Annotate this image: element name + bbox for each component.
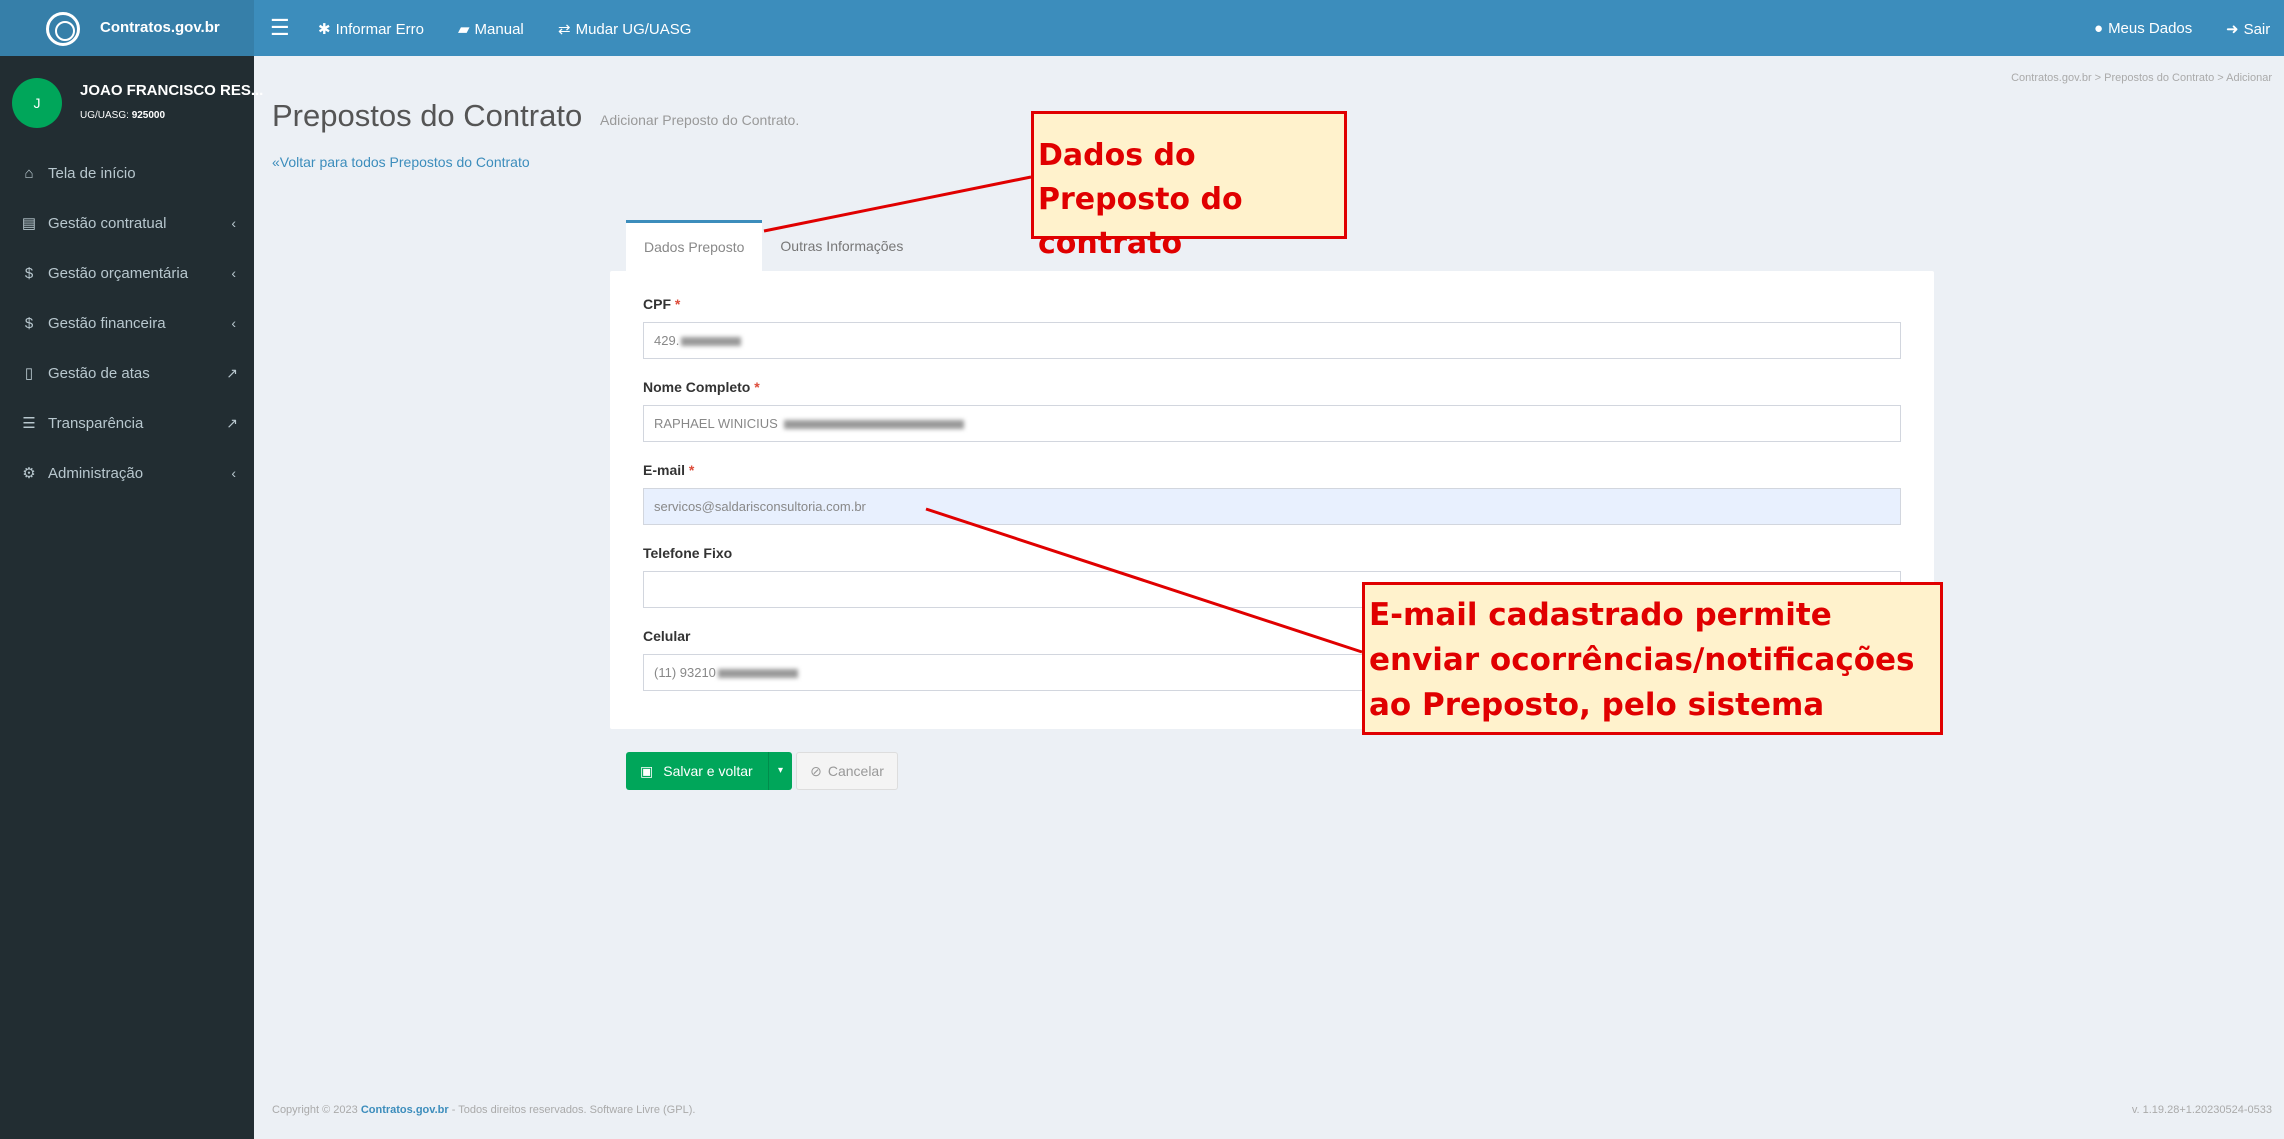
sidebar-item-gestao-atas[interactable]: ▯ Gestão de atas ↗ [0,348,254,398]
tab-dados-preposto[interactable]: Dados Preposto [626,220,763,272]
cancel-button[interactable]: ⊘ Cancelar [796,752,898,790]
logout-label: Sair [2243,20,2271,38]
sidebar-item-gestao-financeira[interactable]: $ Gestão financeira ‹ [0,298,254,348]
logout-link[interactable]: ➜ Sair [2226,20,2271,39]
celular-label: Celular [643,628,691,644]
annotation-dados-preposto: Dados do Preposto do contrato [1031,111,1347,261]
nome-label-text: Nome Completo [643,379,751,395]
logo-icon [46,12,80,46]
email-label: E-mail * [643,462,694,478]
external-link-icon: ↗ [226,414,238,431]
email-input[interactable]: servicos@saldarisconsultoria.com.br [643,488,1901,525]
sidebar-item-gestao-contratual[interactable]: ▤ Gestão contratual ‹ [0,198,254,248]
breadcrumb[interactable]: Contratos.gov.br > Prepostos do Contrato… [2011,72,2272,84]
annotation-email-info: E-mail cadastrado permite enviar ocorrên… [1362,582,1943,735]
redacted-blur [717,669,798,679]
nome-value: RAPHAEL WINICIUS [654,416,778,431]
list-icon: ☰ [22,415,36,432]
ug-label: UG/UASG: [80,110,129,121]
user-ug: UG/UASG: 925000 [80,110,165,121]
footer-copyright: Copyright © 2023 Contratos.gov.br - Todo… [272,1104,695,1116]
redacted-blur [681,337,742,347]
telefone-label: Telefone Fixo [643,545,733,561]
report-error-label: Informar Erro [335,20,424,38]
ban-icon: ⊘ [810,762,822,779]
sidebar-item-label: Gestão de atas [48,364,150,382]
footer-brand-link[interactable]: Contratos.gov.br [361,1104,449,1116]
sidebar-item-transparencia[interactable]: ☰ Transparência ↗ [0,398,254,448]
sidebar: J JOAO FRANCISCO RES... UG/UASG: 925000 … [0,56,263,1139]
sidebar-item-label: Administração [48,464,144,482]
change-ug-link[interactable]: ⇄ Mudar UG/UASG [558,20,692,39]
double-chevron-left-icon: « [272,154,280,170]
cogs-icon: ⚙ [22,465,36,482]
sidebar-item-gestao-orcamentaria[interactable]: $ Gestão orçamentária ‹ [0,248,254,298]
ug-value: 925000 [131,110,166,121]
back-link-label: Voltar para todos Prepostos do Contrato [279,154,530,170]
email-label-text: E-mail [643,462,686,478]
required-mark: * [688,462,695,478]
bug-icon: ✱ [318,21,331,38]
required-mark: * [754,379,760,395]
sidebar-item-label: Gestão contratual [48,214,167,232]
nome-label: Nome Completo * [643,379,760,395]
chevron-left-icon: ‹ [231,465,236,481]
user-circle-icon: ● [2094,20,2104,37]
copyright-suffix: - Todos direitos reservados. Software Li… [451,1104,696,1116]
my-data-link[interactable]: ● Meus Dados [2094,20,2192,37]
menu-toggle-icon[interactable]: ☰ [270,17,290,39]
save-icon: ▣ [640,762,654,779]
sidebar-item-label: Transparência [48,414,144,432]
logo-area[interactable]: Contratos.gov.br [0,0,254,56]
cpf-value: 429. [654,333,680,348]
sidebar-item-administracao[interactable]: ⚙ Administração ‹ [0,448,254,498]
redacted-blur [783,420,964,430]
cpf-input[interactable]: 429. [643,322,1901,359]
nome-completo-input[interactable]: RAPHAEL WINICIUS [643,405,1901,442]
celular-value: (11) 93210 [654,665,716,680]
dollar-icon: $ [24,264,34,282]
my-data-label: Meus Dados [2108,20,2193,37]
user-name: JOAO FRANCISCO RES... [80,82,264,99]
change-ug-label: Mudar UG/UASG [575,20,692,38]
tab-outras-informacoes[interactable]: Outras Informações [762,220,921,272]
cpf-label: CPF * [643,296,680,312]
file-icon: ▯ [24,365,34,382]
cpf-label-text: CPF [643,296,671,312]
version-label: v. 1.19.28+1.20230524-0533 [2131,1104,2272,1116]
book-icon: ▰ [458,21,470,38]
dollar-icon: $ [24,314,34,332]
external-link-icon: ↗ [226,364,238,381]
user-panel: J JOAO FRANCISCO RES... UG/UASG: 925000 [0,56,263,146]
sidebar-item-label: Tela de início [48,164,136,182]
save-and-back-button[interactable]: ▣ Salvar e voltar ▾ [626,752,792,790]
required-mark: * [674,296,681,312]
cancel-label: Cancelar [827,763,884,779]
chevron-left-icon: ‹ [231,215,236,231]
top-navbar: Contratos.gov.br ☰ ✱ Informar Erro ▰ Man… [0,0,2284,56]
page-title: Prepostos do Contrato [272,98,583,133]
file-text-icon: ▤ [21,215,37,232]
exchange-icon: ⇄ [558,21,571,38]
home-icon: ⌂ [24,164,34,182]
avatar: J [12,78,62,128]
chevron-left-icon: ‹ [231,265,236,281]
report-error-link[interactable]: ✱ Informar Erro [318,20,424,39]
save-label: Salvar e voltar [663,763,753,779]
form-tabs: Dados Preposto Outras Informações [626,220,921,272]
save-dropdown-toggle[interactable]: ▾ [768,752,792,790]
sidebar-item-label: Gestão financeira [48,314,166,332]
sidebar-item-home[interactable]: ⌂ Tela de início [0,148,254,198]
back-link[interactable]: «Voltar para todos Prepostos do Contrato [272,154,530,170]
chevron-left-icon: ‹ [231,315,236,331]
manual-label: Manual [474,20,524,38]
manual-link[interactable]: ▰ Manual [458,20,524,39]
logo-text: Contratos.gov.br [100,19,220,36]
page-subtitle: Adicionar Preposto do Contrato. [600,112,800,128]
sidebar-item-label: Gestão orçamentária [48,264,189,282]
copyright-prefix: Copyright © 2023 [272,1104,358,1116]
email-value: servicos@saldarisconsultoria.com.br [654,499,866,514]
sign-out-icon: ➜ [2226,21,2239,38]
